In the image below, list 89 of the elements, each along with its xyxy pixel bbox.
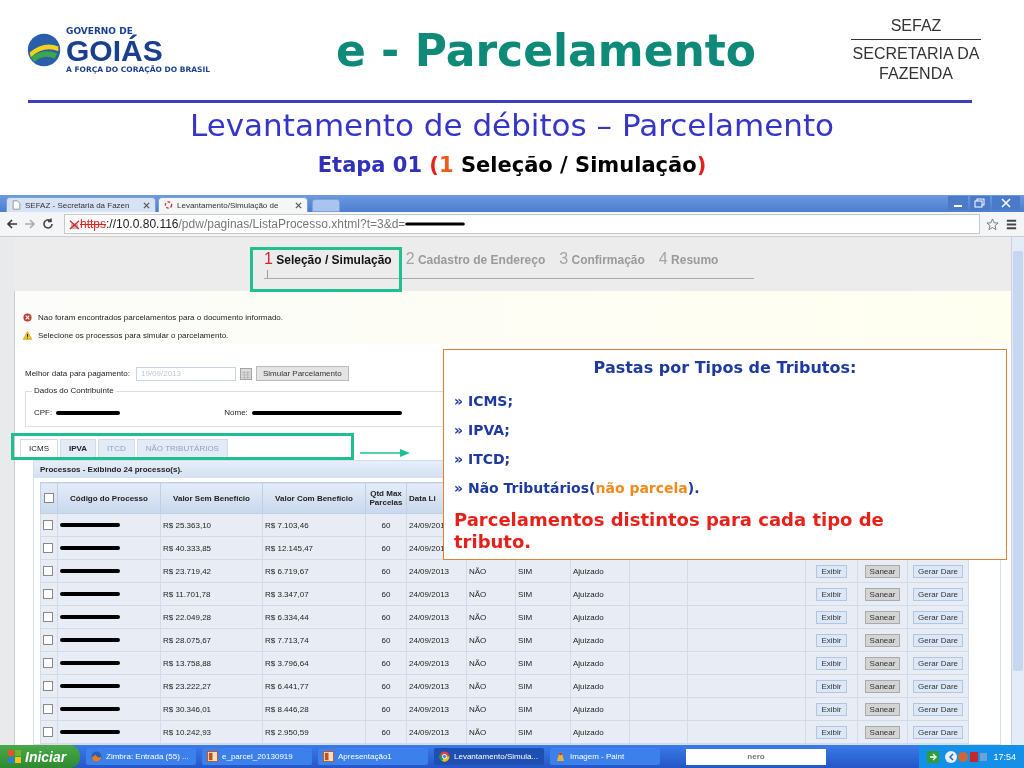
table-cell: SIM	[518, 566, 533, 576]
table-cell: NÃO	[469, 727, 487, 737]
table-cell: NÃO	[469, 681, 487, 691]
table-cell: R$ 13.758,88	[163, 658, 212, 668]
fieldset-legend: Dados do Contribuinte	[32, 386, 116, 395]
wizard-step: 3 Confirmação	[559, 249, 645, 268]
table-cell: 24/09/2013	[409, 612, 450, 622]
table-cell: R$ 6.334,44	[265, 612, 309, 622]
wizard-step: 4 Resumo	[658, 249, 719, 268]
message-text: Selecione os processos para simular o parcelamento.	[38, 331, 229, 340]
table-cell: 60	[381, 543, 391, 553]
table-cell: R$ 28.075,67	[163, 635, 212, 645]
table-cell: R$ 23.222,27	[163, 681, 212, 691]
column-header: Valor Com Benefício	[262, 482, 366, 514]
column-header: Código do Processo	[57, 482, 161, 514]
table-cell: R$ 7.713,74	[265, 635, 309, 645]
wizard-step: 1 Seleção / Simulação	[264, 249, 392, 268]
table-cell: 24/09/2013	[409, 589, 450, 599]
table-cell: R$ 2.950,59	[265, 727, 309, 737]
table-cell: Ajuizado	[573, 681, 604, 691]
agency-short-name: SEFAZ	[850, 17, 982, 41]
table-cell: 60	[381, 566, 391, 576]
slide-subtitle: Levantamento de débitos – Parcelamento	[188, 107, 836, 143]
table-cell: NÃO	[469, 704, 487, 714]
table-cell: SIM	[518, 635, 533, 645]
table-cell: SIM	[518, 658, 533, 668]
table-cell: R$ 8.446,28	[265, 704, 309, 714]
date-label: Melhor data para pagamento:	[25, 369, 130, 378]
table-cell: NÃO	[469, 612, 487, 622]
table-cell: R$ 7.103,46	[265, 520, 309, 530]
table-cell: 60	[381, 704, 391, 714]
table-cell: 24/09/2013	[409, 635, 450, 645]
message-text: Nao foram encontrados parcelamentos para o documento informado.	[38, 313, 284, 322]
table-cell: 24/09/201	[409, 520, 445, 530]
table-cell: R$ 6.719,67	[265, 566, 309, 576]
cpf-label: CPF:	[34, 408, 53, 417]
wizard-step: 2 Cadastro de Endereço	[405, 249, 546, 268]
table-cell: SIM	[518, 704, 533, 714]
table-cell: R$ 3.347,07	[265, 589, 309, 599]
table-cell: 24/09/2013	[409, 681, 450, 691]
table-cell: 24/09/201	[409, 543, 445, 553]
table-cell: NÃO	[469, 635, 487, 645]
table-cell: R$ 3.796,64	[265, 658, 309, 668]
callout-title: Pastas por Tipos de Tributos:	[592, 358, 858, 377]
table-cell: Ajuizado	[573, 635, 604, 645]
table-cell: R$ 23.719,42	[163, 566, 212, 576]
table-cell: NÃO	[469, 566, 487, 576]
table-cell: Ajuizado	[573, 704, 604, 714]
table-cell: 60	[381, 681, 391, 691]
table-cell: SIM	[518, 589, 533, 599]
table-cell: R$ 6.441,77	[265, 681, 309, 691]
table-cell: R$ 10.242,93	[163, 727, 212, 737]
table-cell: NÃO	[469, 658, 487, 668]
table-cell: R$ 11.701,78	[163, 589, 211, 599]
clock: 17:54	[993, 751, 1016, 762]
table-cell: R$ 30.346,01	[163, 704, 212, 714]
table-cell: 60	[381, 727, 391, 737]
name-label: Nome:	[224, 408, 248, 417]
table-cell: SIM	[518, 727, 533, 737]
table-cell: NÃO	[469, 589, 487, 599]
table-cell: R$ 12.145,47	[265, 543, 314, 553]
table-cell: 60	[381, 589, 391, 599]
table-cell: R$ 22.049,28	[163, 612, 212, 622]
table-cell: R$ 40.333,85	[163, 543, 212, 553]
callout-item: » IPVA;	[454, 422, 511, 438]
table-cell: 60	[381, 612, 391, 622]
table-cell: Ajuizado	[573, 589, 604, 599]
table-cell: 60	[381, 658, 391, 668]
table-cell: SIM	[518, 681, 533, 691]
table-cell: Ajuizado	[573, 612, 604, 622]
table-cell: SIM	[518, 612, 533, 622]
table-cell: Ajuizado	[573, 727, 604, 737]
step-heading: Etapa 01 (1 Seleção / Simulação)	[316, 153, 708, 177]
table-cell: Ajuizado	[573, 566, 604, 576]
agency-full-name: SECRETARIA DA FAZENDA	[851, 44, 981, 83]
table-cell: 60	[381, 635, 391, 645]
table-cell: 24/09/2013	[409, 727, 450, 737]
table-cell: 60	[381, 520, 391, 530]
column-header: Qtd Max Parcelas	[365, 482, 407, 514]
column-header: Valor Sem Benefício	[160, 482, 263, 514]
logo-caption: GOVERNO DE	[66, 26, 133, 36]
logo-name: GOIÁS	[66, 35, 164, 66]
callout-item: » ICMS;	[454, 393, 514, 409]
table-cell: 24/09/2013	[409, 566, 450, 576]
slide-title: e - Parcelamento	[334, 24, 758, 76]
table-cell: 24/09/2013	[409, 704, 450, 714]
table-cell: Ajuizado	[573, 658, 604, 668]
table-cell: R$ 25.363,10	[163, 520, 212, 530]
table-cell: 24/09/2013	[409, 658, 450, 668]
